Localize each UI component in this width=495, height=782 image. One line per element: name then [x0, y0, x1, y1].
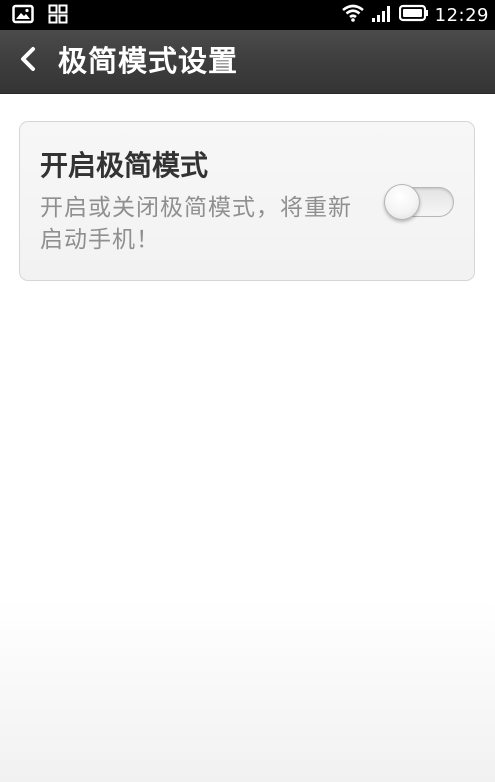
- page-title: 极简模式设置: [58, 44, 239, 78]
- toggle-knob: [384, 184, 420, 220]
- apps-grid-icon: [48, 4, 68, 28]
- signal-icon: [371, 3, 393, 27]
- battery-icon: [398, 3, 429, 27]
- wifi-icon: [341, 3, 365, 27]
- status-bar-right: 12:29: [341, 3, 489, 27]
- setting-card-simple-mode[interactable]: 开启极简模式 开启或关闭极简模式，将重新启动手机！: [19, 121, 475, 281]
- status-bar-left: [12, 4, 68, 28]
- back-button[interactable]: [10, 43, 46, 79]
- status-time: 12:29: [434, 4, 489, 26]
- gallery-icon: [12, 4, 34, 28]
- setting-description: 开启或关闭极简模式，将重新启动手机！: [40, 195, 352, 253]
- chevron-left-icon: [17, 46, 39, 76]
- status-bar: 12:29: [0, 0, 495, 30]
- simple-mode-toggle[interactable]: [384, 184, 456, 220]
- action-bar: 极简模式设置: [0, 30, 495, 93]
- setting-title: 开启极简模式: [40, 149, 209, 182]
